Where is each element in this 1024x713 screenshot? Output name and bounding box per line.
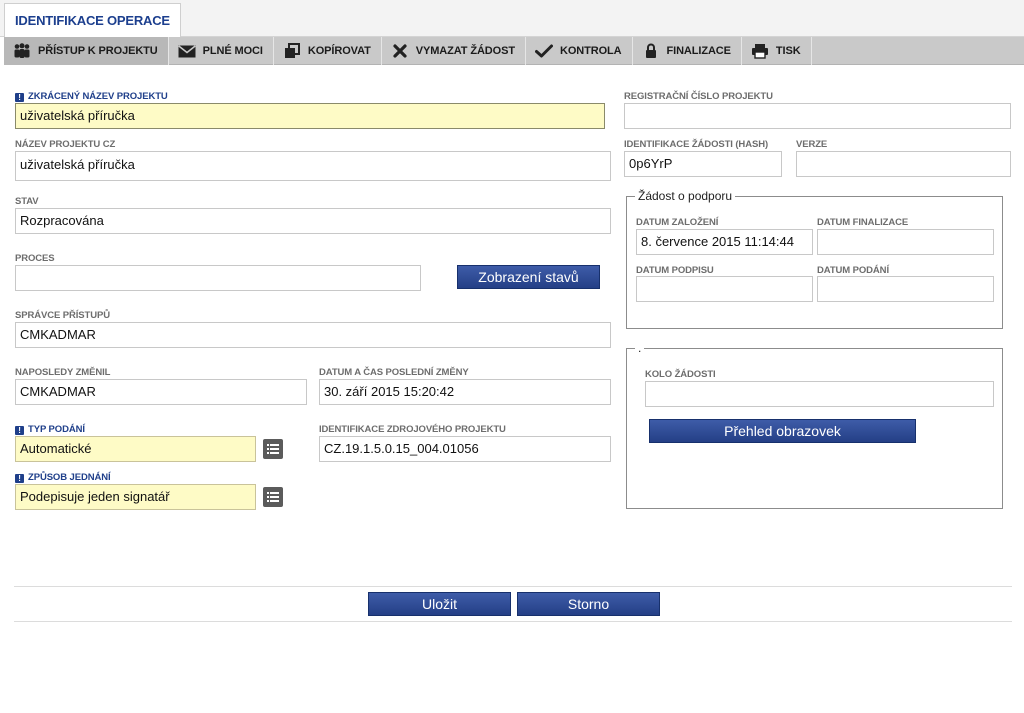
registration-number-field[interactable] bbox=[624, 103, 1011, 129]
support-request-group: Žádost o podporu bbox=[626, 189, 1003, 329]
version-field[interactable] bbox=[796, 151, 1011, 177]
status-field[interactable]: Rozpracována bbox=[15, 208, 611, 234]
last-change-datetime-field[interactable]: 30. září 2015 15:20:42 bbox=[319, 379, 611, 405]
footer-divider-top bbox=[14, 586, 1012, 587]
checkmark-icon bbox=[534, 42, 554, 60]
date-submitted-field[interactable] bbox=[817, 276, 994, 302]
request-round-label: KOLO ŽÁDOSTI bbox=[645, 369, 716, 380]
action-toolbar: PŘÍSTUP K PROJEKTU PLNÉ MOCI KOPÍROVAT V… bbox=[4, 37, 1024, 65]
list-icon bbox=[267, 492, 279, 502]
name-cz-input[interactable]: uživatelská příručka bbox=[15, 151, 611, 181]
support-request-legend: Žádost o podporu bbox=[635, 189, 736, 203]
source-project-id-label: IDENTIFIKACE ZDROJOVÉHO PROJEKTU bbox=[319, 424, 506, 435]
required-icon: ! bbox=[15, 426, 24, 435]
status-label: STAV bbox=[15, 196, 39, 207]
date-created-label: DATUM ZALOŽENÍ bbox=[636, 217, 719, 228]
process-field[interactable] bbox=[15, 265, 421, 291]
required-icon: ! bbox=[15, 474, 24, 483]
proceeding-method-field[interactable]: Podepisuje jeden signatář bbox=[15, 484, 256, 510]
screens-overview-button[interactable]: Přehled obrazovek bbox=[649, 419, 916, 443]
save-button[interactable]: Uložit bbox=[368, 592, 511, 616]
finalize-button[interactable]: FINALIZACE bbox=[633, 37, 742, 65]
toolbar-label: VYMAZAT ŽÁDOST bbox=[415, 45, 515, 57]
submission-type-field[interactable]: Automatické bbox=[15, 436, 256, 462]
request-hash-label: IDENTIFIKACE ŽÁDOSTI (HASH) bbox=[624, 139, 769, 150]
printer-icon bbox=[750, 42, 770, 60]
toolbar-label: PLNÉ MOCI bbox=[202, 45, 263, 57]
last-change-datetime-label: DATUM A ČAS POSLEDNÍ ZMĚNY bbox=[319, 367, 469, 378]
short-name-label: ! ZKRÁCENÝ NÁZEV PROJEKTU bbox=[15, 91, 168, 102]
people-icon bbox=[12, 42, 32, 60]
request-round-legend: . bbox=[635, 341, 645, 355]
request-hash-field[interactable]: 0p6YrP bbox=[624, 151, 782, 177]
power-of-attorney-button[interactable]: PLNÉ MOCI bbox=[169, 37, 274, 65]
tab-strip: IDENTIFIKACE OPERACE bbox=[0, 0, 1024, 38]
lock-icon bbox=[641, 42, 661, 60]
date-submitted-label: DATUM PODÁNÍ bbox=[817, 265, 889, 276]
version-label: VERZE bbox=[796, 139, 828, 150]
access-admin-field[interactable]: CMKADMAR bbox=[15, 322, 611, 348]
copy-button[interactable]: KOPÍROVAT bbox=[274, 37, 382, 65]
request-round-field[interactable] bbox=[645, 381, 994, 407]
delete-request-button[interactable]: VYMAZAT ŽÁDOST bbox=[382, 37, 526, 65]
date-finalized-label: DATUM FINALIZACE bbox=[817, 217, 909, 228]
proceeding-method-list-button[interactable] bbox=[263, 487, 283, 507]
check-button[interactable]: KONTROLA bbox=[526, 37, 633, 65]
name-cz-label: NÁZEV PROJEKTU CZ bbox=[15, 139, 116, 150]
show-states-button[interactable]: Zobrazení stavů bbox=[457, 265, 600, 289]
delete-x-icon bbox=[390, 42, 410, 60]
submission-type-label: ! TYP PODÁNÍ bbox=[15, 424, 85, 435]
toolbar-label: KOPÍROVAT bbox=[307, 45, 371, 57]
access-to-project-button[interactable]: PŘÍSTUP K PROJEKTU bbox=[4, 37, 169, 65]
toolbar-label: TISK bbox=[775, 45, 801, 57]
envelope-icon bbox=[177, 42, 197, 60]
toolbar-label: FINALIZACE bbox=[666, 45, 731, 57]
toolbar-label: KONTROLA bbox=[559, 45, 622, 57]
short-name-input[interactable]: uživatelská příručka bbox=[15, 103, 605, 129]
access-admin-label: SPRÁVCE PŘÍSTUPŮ bbox=[15, 310, 111, 321]
toolbar-label: PŘÍSTUP K PROJEKTU bbox=[38, 45, 158, 57]
tab-identifikace-operace[interactable]: IDENTIFIKACE OPERACE bbox=[4, 3, 181, 38]
date-finalized-field[interactable] bbox=[817, 229, 994, 255]
submission-type-list-button[interactable] bbox=[263, 439, 283, 459]
proceeding-method-label: ! ZPŮSOB JEDNÁNÍ bbox=[15, 472, 111, 483]
date-signed-label: DATUM PODPISU bbox=[636, 265, 714, 276]
registration-number-label: REGISTRAČNÍ ČÍSLO PROJEKTU bbox=[624, 91, 773, 102]
print-button[interactable]: TISK bbox=[742, 37, 812, 65]
last-changed-by-field[interactable]: CMKADMAR bbox=[15, 379, 307, 405]
required-icon: ! bbox=[15, 93, 24, 102]
footer-divider-bottom bbox=[14, 621, 1012, 622]
date-created-field[interactable]: 8. července 2015 11:14:44 bbox=[636, 229, 813, 255]
process-label: PROCES bbox=[15, 253, 55, 264]
date-signed-field[interactable] bbox=[636, 276, 813, 302]
list-icon bbox=[267, 444, 279, 454]
last-changed-by-label: NAPOSLEDY ZMĚNIL bbox=[15, 367, 111, 378]
source-project-id-field[interactable]: CZ.19.1.5.0.15_004.01056 bbox=[319, 436, 611, 462]
copy-icon bbox=[282, 42, 302, 60]
cancel-button[interactable]: Storno bbox=[517, 592, 660, 616]
